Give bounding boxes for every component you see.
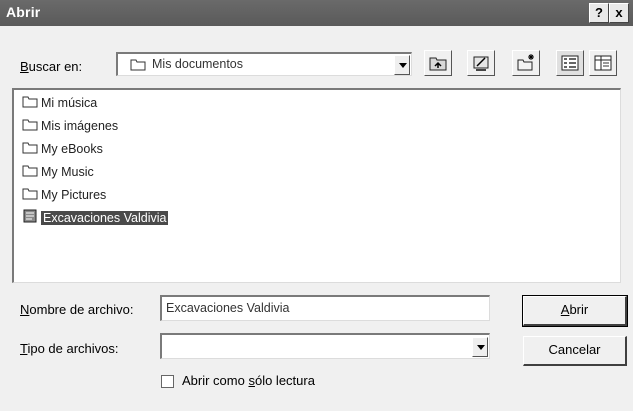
title-bar[interactable]: Abrir ? x bbox=[0, 0, 633, 26]
list-view-button[interactable] bbox=[556, 50, 584, 76]
chevron-down-icon[interactable] bbox=[472, 337, 488, 357]
list-view-icon bbox=[561, 55, 579, 71]
filetype-combo[interactable] bbox=[160, 333, 490, 359]
file-list[interactable]: Mi música Mis imágenes My eBooks My Musi… bbox=[12, 88, 621, 283]
look-in-combo[interactable]: Mis documentos bbox=[116, 52, 412, 76]
desktop-button[interactable] bbox=[467, 50, 495, 76]
folder-icon bbox=[22, 140, 38, 160]
file-item-my-ebooks[interactable]: My eBooks bbox=[22, 139, 103, 159]
cancel-button[interactable]: Cancelar bbox=[523, 336, 627, 366]
file-item-my-music[interactable]: My Music bbox=[22, 162, 94, 182]
up-folder-button[interactable] bbox=[424, 50, 452, 76]
file-name: Mis imágenes bbox=[41, 119, 119, 133]
open-dialog: Abrir ? x Buscar en: Mis documentos Mi m… bbox=[0, 0, 633, 411]
file-item-mis-imagenes[interactable]: Mis imágenes bbox=[22, 116, 118, 136]
desktop-icon bbox=[473, 56, 489, 71]
file-name: Excavaciones Valdivia bbox=[41, 211, 169, 225]
details-view-button[interactable] bbox=[589, 50, 617, 76]
read-only-checkbox[interactable] bbox=[161, 375, 174, 388]
folder-icon bbox=[22, 94, 38, 114]
folder-icon bbox=[130, 57, 146, 76]
help-button[interactable]: ? bbox=[589, 3, 609, 23]
look-in-value: Mis documentos bbox=[152, 57, 244, 71]
file-name: Mi música bbox=[41, 96, 98, 110]
file-name: My Music bbox=[41, 165, 94, 179]
new-folder-icon bbox=[517, 54, 534, 71]
file-name: My Pictures bbox=[41, 188, 107, 202]
new-folder-button[interactable] bbox=[512, 50, 540, 76]
window-title: Abrir bbox=[6, 4, 41, 20]
read-only-label[interactable]: Abrir como sólo lectura bbox=[182, 373, 315, 388]
filename-value: Excavaciones Valdivia bbox=[166, 301, 290, 315]
chevron-down-icon[interactable] bbox=[394, 55, 410, 75]
file-item-mi-musica[interactable]: Mi música bbox=[22, 93, 97, 113]
file-name: My eBooks bbox=[41, 142, 103, 156]
folder-icon bbox=[22, 117, 38, 137]
file-item-my-pictures[interactable]: My Pictures bbox=[22, 185, 106, 205]
file-item-excavaciones-valdivia[interactable]: Excavaciones Valdivia bbox=[22, 208, 169, 229]
up-folder-icon bbox=[429, 57, 447, 71]
document-icon bbox=[22, 209, 38, 229]
open-button[interactable]: Abrir bbox=[522, 295, 628, 327]
folder-icon bbox=[22, 163, 38, 183]
folder-icon bbox=[22, 186, 38, 206]
filename-label: Nombre de archivo: bbox=[20, 302, 134, 317]
look-in-label: Buscar en: bbox=[20, 59, 83, 74]
filename-field[interactable]: Excavaciones Valdivia bbox=[160, 295, 490, 321]
filetype-label: Tipo de archivos: bbox=[20, 341, 119, 356]
close-button[interactable]: x bbox=[609, 3, 629, 23]
details-view-icon bbox=[594, 55, 612, 71]
